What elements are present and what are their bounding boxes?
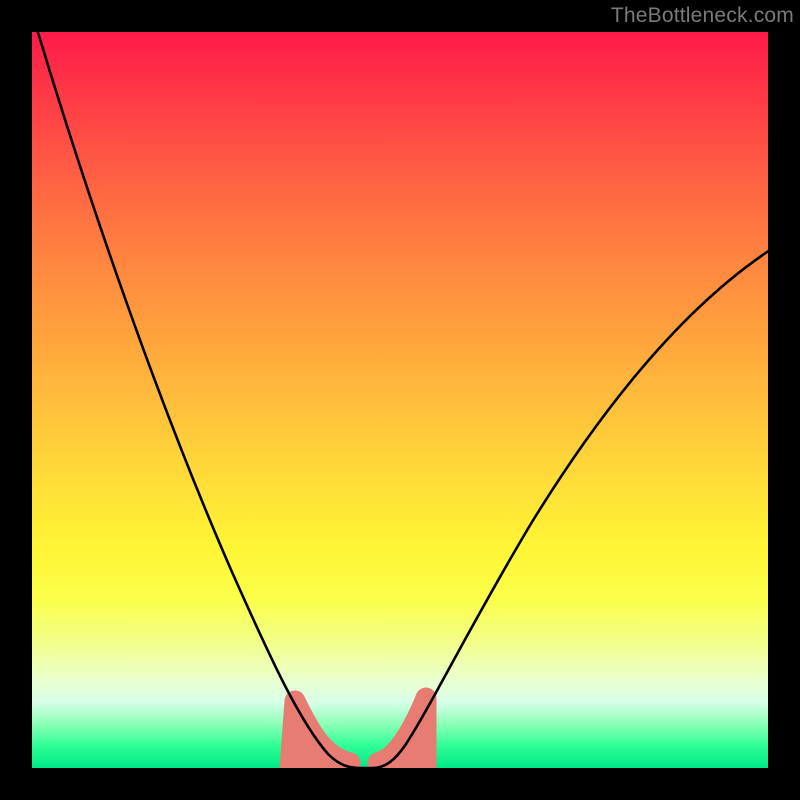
right-cusp-band	[378, 698, 426, 768]
curve-svg	[32, 32, 768, 768]
chart-frame: TheBottleneck.com	[0, 0, 800, 800]
watermark-text: TheBottleneck.com	[611, 4, 794, 28]
bottleneck-curve-path	[36, 32, 768, 768]
plot-area	[32, 32, 768, 768]
